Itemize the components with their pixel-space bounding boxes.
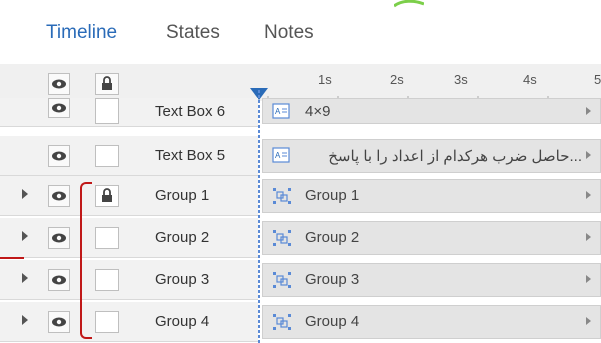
group-icon <box>273 314 291 330</box>
lock-toggle[interactable] <box>95 227 119 249</box>
eye-icon <box>52 317 66 327</box>
visibility-toggle[interactable] <box>48 311 70 333</box>
bar-label: Group 4 <box>305 313 360 330</box>
group-icon <box>273 272 291 288</box>
timeline-panel: Timeline States Notes 1s 2s 3s 4s 5 Text… <box>0 0 601 343</box>
expand-bar-icon[interactable] <box>586 317 591 325</box>
decorative-swoosh <box>394 0 424 8</box>
expand-arrow-icon[interactable] <box>22 231 28 241</box>
lock-icon <box>102 76 112 90</box>
visibility-toggle[interactable] <box>48 98 70 118</box>
text-box-icon: A <box>272 103 290 119</box>
expand-arrow-icon[interactable] <box>22 315 28 325</box>
timeline-row[interactable]: Text Box 5 A ...حاصل ضرب هرکدام از اعداد… <box>0 136 601 176</box>
row-background <box>0 218 258 258</box>
eye-icon <box>52 275 66 285</box>
visibility-toggle[interactable] <box>48 227 70 249</box>
expand-bar-icon[interactable] <box>586 107 591 115</box>
lock-all-toggle[interactable] <box>95 73 119 95</box>
eye-icon <box>52 103 66 113</box>
ruler-tick-label: 4s <box>523 72 537 87</box>
row-name: Text Box 6 <box>155 103 226 120</box>
row-name: Group 3 <box>155 271 210 288</box>
eye-icon <box>52 151 66 161</box>
text-box-icon: A <box>272 147 290 163</box>
visibility-toggle[interactable] <box>48 185 70 207</box>
expand-bar-icon[interactable] <box>586 151 591 159</box>
bar-label: Group 1 <box>305 187 360 204</box>
annotation-pointer <box>0 257 24 259</box>
expand-bar-icon[interactable] <box>586 233 591 241</box>
ruler-tick-label: 3s <box>454 72 468 87</box>
group-icon <box>273 230 291 246</box>
row-background <box>0 260 258 300</box>
lock-toggle[interactable] <box>95 311 119 333</box>
tab-notes[interactable]: Notes <box>264 22 314 44</box>
lock-toggle[interactable] <box>95 145 119 167</box>
eye-icon <box>52 191 66 201</box>
row-background <box>0 302 258 342</box>
visibility-toggle[interactable] <box>48 145 70 167</box>
bar-label: ...حاصل ضرب هرکدام از اعداد را با پاسخ <box>328 148 582 165</box>
ruler-tick-label: 1s <box>318 72 332 87</box>
eye-icon <box>52 79 66 89</box>
ruler-tick-label: 5 <box>594 72 601 87</box>
row-background <box>0 176 258 216</box>
eye-icon <box>52 233 66 243</box>
show-all-toggle[interactable] <box>48 73 70 95</box>
lock-toggle[interactable] <box>95 185 119 207</box>
tab-states[interactable]: States <box>166 22 220 44</box>
svg-text:A: A <box>275 107 281 116</box>
tab-timeline[interactable]: Timeline <box>46 22 117 44</box>
expand-arrow-icon[interactable] <box>22 189 28 199</box>
lock-toggle[interactable] <box>95 269 119 291</box>
tab-bar: Timeline States Notes <box>0 0 601 65</box>
visibility-toggle[interactable] <box>48 269 70 291</box>
row-name: Group 1 <box>155 187 210 204</box>
expand-bar-icon[interactable] <box>586 275 591 283</box>
bar-label: 4×9 <box>305 103 331 120</box>
expand-bar-icon[interactable] <box>586 191 591 199</box>
bar-label: Group 2 <box>305 229 360 246</box>
annotation-bracket <box>80 182 92 339</box>
row-name: Group 4 <box>155 313 210 330</box>
lock-toggle[interactable] <box>95 98 119 124</box>
bar-label: Group 3 <box>305 271 360 288</box>
playhead-line <box>258 90 260 343</box>
group-icon <box>273 188 291 204</box>
lock-icon <box>102 188 112 202</box>
row-name: Group 2 <box>155 229 210 246</box>
expand-arrow-icon[interactable] <box>22 273 28 283</box>
timeline-row[interactable]: Text Box 6 A 4×9 <box>0 98 601 138</box>
ruler-tick-label: 2s <box>390 72 404 87</box>
row-name: Text Box 5 <box>155 147 226 164</box>
svg-text:A: A <box>275 151 281 160</box>
